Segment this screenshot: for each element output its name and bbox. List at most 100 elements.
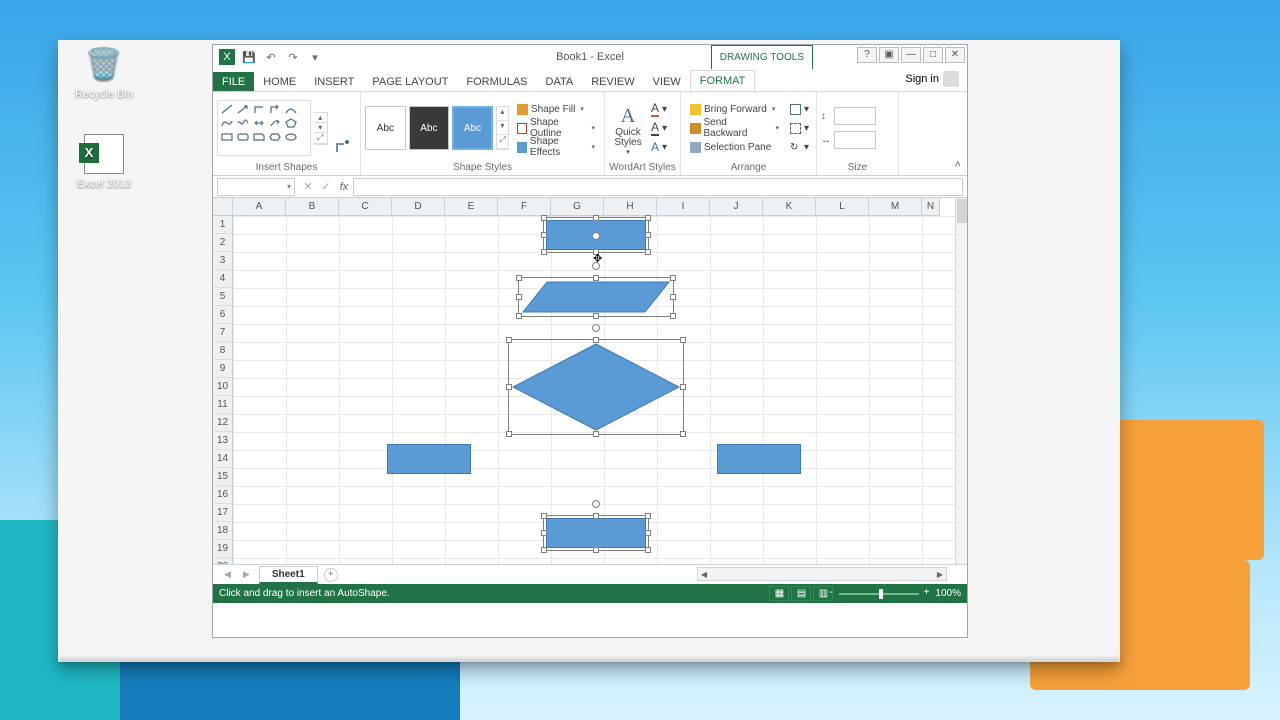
- row-5[interactable]: 5: [213, 288, 233, 306]
- shape-style-1[interactable]: Abc: [365, 106, 406, 150]
- row-13[interactable]: 13: [213, 432, 233, 450]
- tab-data[interactable]: DATA: [537, 72, 583, 91]
- cell-area[interactable]: ✥: [233, 216, 955, 564]
- row-18[interactable]: 18: [213, 522, 233, 540]
- row-19[interactable]: 19: [213, 540, 233, 558]
- shape-rect-icon[interactable]: [220, 131, 234, 143]
- signin-area[interactable]: Sign in: [897, 67, 967, 91]
- view-pagelayout-button[interactable]: ▤: [791, 586, 811, 601]
- shape-outline-button[interactable]: Shape Outline: [512, 120, 600, 137]
- row-12[interactable]: 12: [213, 414, 233, 432]
- align-button[interactable]: ▾: [787, 101, 812, 118]
- desktop-recycle-bin[interactable]: 🗑️ Recycle Bin: [64, 44, 144, 100]
- row-17[interactable]: 17: [213, 504, 233, 522]
- col-C[interactable]: C: [339, 198, 392, 216]
- row-4[interactable]: 4: [213, 270, 233, 288]
- qat-customize-icon[interactable]: ▾: [307, 49, 323, 65]
- row-15[interactable]: 15: [213, 468, 233, 486]
- shape-oval-icon[interactable]: [284, 131, 298, 143]
- save-icon[interactable]: 💾: [241, 49, 257, 65]
- tab-home[interactable]: HOME: [254, 72, 305, 91]
- text-outline-button[interactable]: A▾: [650, 120, 668, 137]
- shape-curved-arrow-icon[interactable]: [268, 117, 282, 129]
- tab-review[interactable]: REVIEW: [582, 72, 643, 91]
- shape-arrow-icon[interactable]: [236, 103, 250, 115]
- row-11[interactable]: 11: [213, 396, 233, 414]
- view-normal-button[interactable]: ▦: [769, 586, 789, 601]
- shape-scribble-icon[interactable]: [236, 117, 250, 129]
- row-8[interactable]: 8: [213, 342, 233, 360]
- new-sheet-button[interactable]: +: [324, 568, 338, 582]
- row-1[interactable]: 1: [213, 216, 233, 234]
- shapes-gallery[interactable]: [217, 100, 311, 156]
- col-F[interactable]: F: [498, 198, 551, 216]
- minimize-button[interactable]: —: [901, 47, 921, 63]
- horizontal-scrollbar[interactable]: ◀▶: [697, 567, 947, 581]
- row-9[interactable]: 9: [213, 360, 233, 378]
- shape-hex-icon[interactable]: [268, 131, 282, 143]
- shape-elbow-arrow-icon[interactable]: [268, 103, 282, 115]
- col-D[interactable]: D: [392, 198, 445, 216]
- col-G[interactable]: G: [551, 198, 604, 216]
- sheet-tab-sheet1[interactable]: Sheet1: [259, 566, 318, 584]
- shape-freeform-icon[interactable]: [220, 117, 234, 129]
- shape-style-2[interactable]: Abc: [409, 106, 450, 150]
- shape-width-input[interactable]: [834, 131, 876, 149]
- col-I[interactable]: I: [657, 198, 710, 216]
- row-2[interactable]: 2: [213, 234, 233, 252]
- col-B[interactable]: B: [286, 198, 339, 216]
- flowchart-process-right[interactable]: [717, 444, 801, 474]
- shape-polygon-icon[interactable]: [284, 117, 298, 129]
- row-3[interactable]: 3: [213, 252, 233, 270]
- tab-view[interactable]: VIEW: [644, 72, 690, 91]
- sheet-nav-next[interactable]: ▶: [240, 569, 253, 580]
- row-6[interactable]: 6: [213, 306, 233, 324]
- tab-formulas[interactable]: FORMULAS: [457, 72, 536, 91]
- col-E[interactable]: E: [445, 198, 498, 216]
- rotate-button[interactable]: ↻▾: [787, 139, 812, 156]
- shape-curve-icon[interactable]: [284, 103, 298, 115]
- enter-formula-icon[interactable]: ✓: [317, 178, 335, 196]
- shape-fill-button[interactable]: Shape Fill: [512, 101, 600, 118]
- shape-doublearrow-icon[interactable]: [252, 117, 266, 129]
- select-all-corner[interactable]: [213, 198, 233, 216]
- fx-icon[interactable]: fx: [335, 178, 353, 196]
- zoom-slider[interactable]: [839, 593, 919, 595]
- formula-input[interactable]: [353, 178, 963, 196]
- vertical-scrollbar[interactable]: [955, 198, 967, 564]
- col-A[interactable]: A: [233, 198, 286, 216]
- row-10[interactable]: 10: [213, 378, 233, 396]
- shape-elbow-icon[interactable]: [252, 103, 266, 115]
- maximize-button[interactable]: □: [923, 47, 943, 63]
- desktop-excel-shortcut[interactable]: X Excel 2013: [64, 134, 144, 190]
- cancel-formula-icon[interactable]: ✕: [299, 178, 317, 196]
- help-button[interactable]: ?: [857, 47, 877, 63]
- row-16[interactable]: 16: [213, 486, 233, 504]
- close-button[interactable]: ✕: [945, 47, 965, 63]
- row-7[interactable]: 7: [213, 324, 233, 342]
- shape-line-icon[interactable]: [220, 103, 234, 115]
- selection-pane-button[interactable]: Selection Pane: [685, 139, 784, 156]
- shape-roundrect-icon[interactable]: [236, 131, 250, 143]
- col-H[interactable]: H: [604, 198, 657, 216]
- excel-app-icon[interactable]: X: [219, 49, 235, 65]
- undo-icon[interactable]: ↶: [263, 49, 279, 65]
- text-fill-button[interactable]: A▾: [650, 101, 668, 118]
- shape-style-3[interactable]: Abc: [452, 106, 493, 150]
- tab-file[interactable]: FILE: [213, 72, 254, 91]
- redo-icon[interactable]: ↷: [285, 49, 301, 65]
- worksheet-grid[interactable]: A B C D E F G H I J K L M N 1 2 3 4 5: [213, 198, 967, 564]
- col-J[interactable]: J: [710, 198, 763, 216]
- row-14[interactable]: 14: [213, 450, 233, 468]
- shapes-gallery-expand[interactable]: ▴▾⤢: [314, 112, 328, 145]
- name-box[interactable]: [217, 178, 295, 196]
- ribbon-display-button[interactable]: ▣: [879, 47, 899, 63]
- col-L[interactable]: L: [816, 198, 869, 216]
- zoom-level[interactable]: 100%: [935, 588, 961, 599]
- col-K[interactable]: K: [763, 198, 816, 216]
- edit-shape-button[interactable]: [331, 100, 356, 156]
- tab-pagelayout[interactable]: PAGE LAYOUT: [363, 72, 457, 91]
- flowchart-process-left[interactable]: [387, 444, 471, 474]
- group-button[interactable]: ▾: [787, 120, 812, 137]
- shape-snip-icon[interactable]: [252, 131, 266, 143]
